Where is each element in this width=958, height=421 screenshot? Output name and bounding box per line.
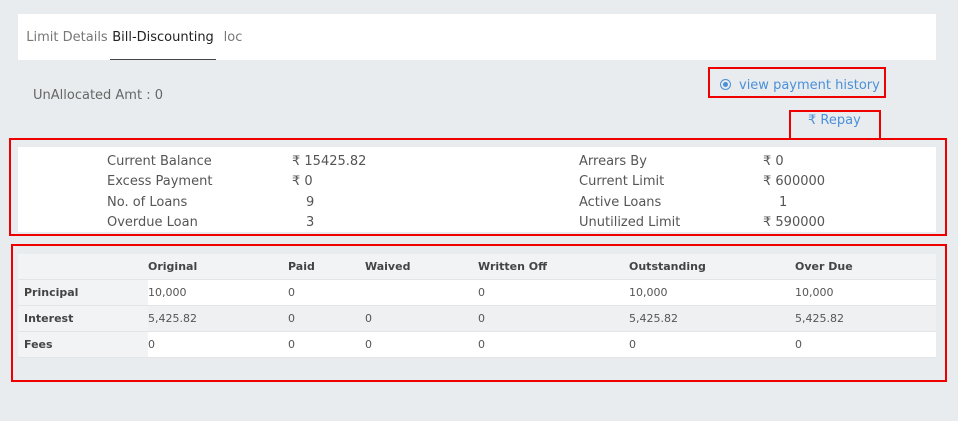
table-cell: 0 (629, 331, 795, 358)
current-limit-value: ₹ 600000 (763, 174, 826, 189)
excess-payment-label: Excess Payment (107, 174, 213, 189)
table-header-cell: Waived (365, 254, 478, 280)
table-cell: 0 (365, 305, 478, 332)
current-limit-label: Current Limit (579, 174, 665, 189)
overdue-loan-value: 3 (306, 215, 315, 230)
table-cell: 10,000 (795, 279, 936, 306)
table-header-row: Original Paid Waived Written Off Outstan… (18, 254, 936, 280)
table-cell: 0 (148, 331, 288, 358)
table-cell: 0 (478, 331, 629, 358)
table-row: Principal 10,000 0 0 10,000 10,000 (18, 279, 936, 306)
table-header-cell (18, 254, 148, 280)
table-cell: 10,000 (148, 279, 288, 306)
table-cell: 0 (795, 331, 936, 358)
arrears-by-value: ₹ 0 (763, 154, 784, 169)
table-header-cell: Written Off (478, 254, 629, 280)
loan-breakdown-table: Original Paid Waived Written Off Outstan… (18, 254, 936, 358)
active-loans-label: Active Loans (579, 195, 662, 210)
arrow-circle-icon (720, 79, 731, 90)
table-cell: 0 (288, 279, 365, 306)
row-label: Fees (18, 331, 148, 358)
table-cell: 0 (478, 279, 629, 306)
current-balance-value: ₹ 15425.82 (292, 154, 367, 169)
table-cell: 5,425.82 (629, 305, 795, 332)
table-header-cell: Original (148, 254, 288, 280)
table-cell: 10,000 (629, 279, 795, 306)
tab-bar: Limit Details Bill-Discounting loc (18, 14, 936, 60)
tab-bill-discounting[interactable]: Bill-Discounting (110, 14, 216, 60)
table-header-cell: Over Due (795, 254, 936, 280)
tab-limit-details[interactable]: Limit Details (24, 14, 110, 60)
excess-payment-value: ₹ 0 (292, 174, 313, 189)
active-loans-value: 1 (779, 195, 788, 210)
unallocated-amount: UnAllocated Amt : 0 (33, 88, 163, 103)
unutilized-limit-label: Unutilized Limit (579, 215, 681, 230)
table-cell: 5,425.82 (795, 305, 936, 332)
view-payment-history-link[interactable]: view payment history (720, 78, 880, 93)
no-of-loans-value: 9 (306, 195, 315, 210)
current-balance-label: Current Balance (107, 154, 212, 169)
table-cell: 0 (288, 331, 365, 358)
arrears-by-label: Arrears By (579, 154, 647, 169)
no-of-loans-label: No. of Loans (107, 195, 188, 210)
overdue-loan-label: Overdue Loan (107, 215, 198, 230)
table-header-cell: Outstanding (629, 254, 795, 280)
table-cell: 5,425.82 (148, 305, 288, 332)
table-header-cell: Paid (288, 254, 365, 280)
table-cell: 0 (288, 305, 365, 332)
unutilized-limit-value: ₹ 590000 (763, 215, 826, 230)
table-row: Interest 5,425.82 0 0 0 5,425.82 5,425.8… (18, 305, 936, 332)
view-payment-history-label: view payment history (739, 78, 880, 93)
table-row: Fees 0 0 0 0 0 0 (18, 331, 936, 358)
table-cell: 0 (478, 305, 629, 332)
repay-button[interactable]: ₹ Repay (808, 113, 861, 128)
row-label: Interest (18, 305, 148, 332)
row-label: Principal (18, 279, 148, 306)
tab-loc[interactable]: loc (216, 14, 250, 60)
table-cell (365, 279, 478, 306)
table-cell: 0 (365, 331, 478, 358)
